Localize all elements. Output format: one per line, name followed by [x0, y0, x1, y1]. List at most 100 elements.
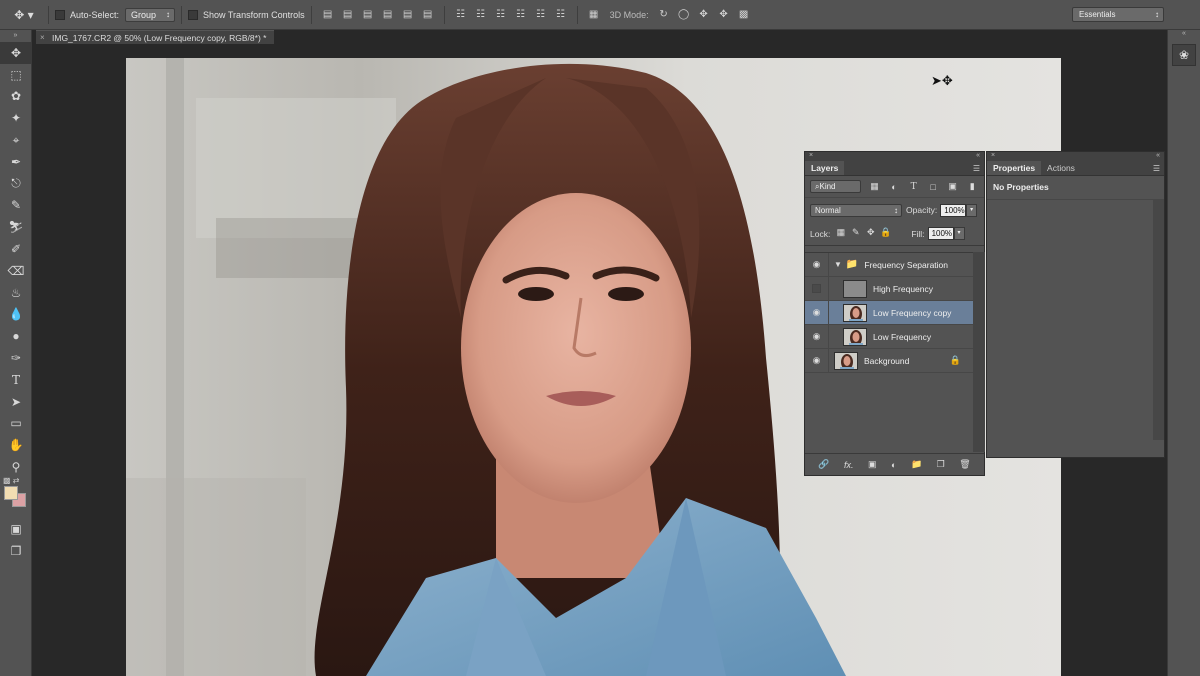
drag-3d-icon[interactable]: ✥ [695, 7, 713, 23]
dodge-tool-icon[interactable]: ● [0, 325, 32, 347]
distribute-top-icon[interactable]: ☷ [452, 7, 470, 23]
opacity-input[interactable]: 100% [940, 203, 967, 217]
magic-wand-tool-icon[interactable]: ✦ [0, 107, 32, 129]
close-tab-icon[interactable]: × [40, 31, 45, 45]
panel-menu-icon[interactable]: ☰ [973, 164, 980, 173]
lock-image-icon[interactable]: ✎ [848, 227, 863, 240]
visibility-eye-icon[interactable]: ◉ [805, 324, 829, 349]
lock-transparent-icon[interactable]: ▦ [833, 227, 848, 240]
layer-thumbnail [843, 279, 867, 298]
lock-all-icon[interactable]: 🔒 [878, 227, 893, 240]
tab-layers[interactable]: Layers [805, 161, 845, 175]
delete-layer-icon[interactable]: 🗑 [959, 459, 970, 470]
blur-tool-icon[interactable]: 💧 [0, 304, 32, 326]
eyedropper-tool-icon[interactable]: ✒ [0, 151, 32, 173]
adjustment-layer-icon[interactable]: ◐ [891, 460, 896, 470]
align-bottom-icon[interactable]: ▤ [359, 7, 377, 23]
auto-align-icon[interactable]: ▦ [585, 7, 603, 23]
align-top-icon[interactable]: ▤ [319, 7, 337, 23]
filter-kind-dropdown[interactable]: ⌕Kind [810, 180, 861, 193]
history-brush-tool-icon[interactable]: ✐ [0, 238, 32, 260]
lock-position-icon[interactable]: ✥ [863, 227, 878, 240]
panel-menu-icon[interactable]: ☰ [1153, 164, 1160, 173]
layers-scrollbar[interactable] [973, 252, 985, 452]
eraser-tool-icon[interactable]: ⌫ [0, 260, 32, 282]
layer-row-low-frequency[interactable]: ◉ Low Frequency [805, 324, 973, 349]
layer-row-background[interactable]: ◉ Background 🔒 [805, 348, 973, 373]
lasso-tool-icon[interactable]: ✿ [0, 86, 32, 108]
zoom-tool-icon[interactable]: ⚲ [0, 456, 32, 478]
visibility-eye-icon[interactable]: ◉ [805, 348, 829, 373]
auto-select-dropdown[interactable]: Group [125, 7, 176, 22]
slide-3d-icon[interactable]: ✥ [715, 7, 733, 23]
filter-type-icon[interactable]: T [906, 180, 922, 194]
close-panel-icon[interactable]: × [991, 152, 995, 159]
distribute-left-icon[interactable]: ☷ [512, 7, 530, 23]
tab-actions[interactable]: Actions [1041, 161, 1081, 175]
align-right-icon[interactable]: ▤ [419, 7, 437, 23]
layer-row-low-frequency-copy[interactable]: ◉ Low Frequency copy [805, 300, 973, 325]
layer-row-high-frequency[interactable]: High Frequency [805, 276, 973, 301]
orbit-3d-icon[interactable]: ↻ [655, 7, 673, 23]
new-layer-icon[interactable]: ❐ [937, 459, 945, 470]
layer-lock-icon[interactable]: 🔒 [950, 355, 961, 366]
visibility-eye-icon[interactable]: ◉ [805, 300, 829, 325]
marquee-tool-icon[interactable]: ⬚ [0, 64, 32, 86]
blend-mode-dropdown[interactable]: Normal [810, 203, 902, 217]
align-hcenter-icon[interactable]: ▤ [399, 7, 417, 23]
move-tool-icon[interactable]: ✥ [0, 42, 32, 64]
visibility-off-box[interactable] [805, 276, 829, 301]
path-selection-tool-icon[interactable]: ➤ [0, 391, 32, 413]
type-tool-icon[interactable]: T [0, 369, 32, 391]
filter-smart-object-icon[interactable]: ▣ [945, 180, 961, 194]
close-panel-icon[interactable]: × [809, 152, 813, 159]
distribute-right-icon[interactable]: ☷ [552, 7, 570, 23]
hand-tool-icon[interactable]: ✋ [0, 434, 32, 456]
auto-select-checkbox[interactable] [55, 9, 65, 20]
properties-scrollbar[interactable] [1153, 200, 1164, 440]
collapse-panel-icon[interactable]: « [1156, 152, 1160, 159]
new-group-icon[interactable]: 📁 [911, 459, 922, 470]
fill-dropdown-icon[interactable]: ▾ [953, 227, 965, 240]
dock-collapse-icon[interactable]: « [1168, 30, 1200, 40]
rectangle-tool-icon[interactable]: ▭ [0, 413, 32, 435]
move-tool-preset-icon[interactable]: ✥ ▾ [6, 4, 42, 26]
transform-controls-checkbox[interactable] [188, 9, 199, 20]
group-expand-icon[interactable]: ▼ [834, 260, 842, 269]
fill-input[interactable]: 100% [927, 227, 954, 240]
properties-tab-bar: Properties Actions ☰ [987, 161, 1164, 176]
filter-pixel-icon[interactable]: ▦ [867, 180, 883, 194]
document-tab[interactable]: × IMG_1767.CR2 @ 50% (Low Frequency copy… [36, 30, 275, 45]
quick-mask-icon[interactable]: ▣ [0, 518, 32, 540]
collapse-panel-icon[interactable]: « [976, 152, 980, 159]
visibility-eye-icon[interactable]: ◉ [805, 252, 829, 277]
default-colors-icon[interactable]: ▩ ⇄ [3, 476, 19, 485]
tools-collapse-icon[interactable]: » [0, 30, 31, 42]
brush-tool-icon[interactable]: ✎ [0, 195, 32, 217]
distribute-hcenter-icon[interactable]: ☷ [532, 7, 550, 23]
distribute-bottom-icon[interactable]: ☷ [492, 7, 510, 23]
screen-mode-icon[interactable]: ❐ [0, 540, 32, 562]
workspace-dropdown[interactable]: Essentials [1072, 7, 1164, 22]
layer-row-group[interactable]: ◉ ▼ 📁 Frequency Separation [805, 252, 973, 277]
clone-stamp-tool-icon[interactable]: ⛷ [0, 216, 32, 238]
pen-tool-icon[interactable]: ✑ [0, 347, 32, 369]
tab-properties[interactable]: Properties [987, 161, 1042, 175]
filter-shape-icon[interactable]: □ [925, 180, 941, 194]
filter-adjustment-icon[interactable]: ◐ [886, 180, 902, 194]
opacity-dropdown-icon[interactable]: ▾ [966, 203, 978, 217]
distribute-vcenter-icon[interactable]: ☷ [472, 7, 490, 23]
align-left-icon[interactable]: ▤ [379, 7, 397, 23]
link-layers-icon[interactable]: 🔗 [818, 459, 829, 470]
crop-tool-icon[interactable]: ⌖ [0, 129, 32, 151]
align-vcenter-icon[interactable]: ▤ [339, 7, 357, 23]
add-mask-icon[interactable]: ▣ [868, 459, 877, 470]
fx-icon[interactable]: fx. [844, 460, 854, 470]
paint-bucket-tool-icon[interactable]: ♨ [0, 282, 32, 304]
healing-brush-tool-icon[interactable]: ⎋ [0, 173, 32, 195]
color-wheel-icon[interactable]: ❀ [1172, 44, 1196, 66]
foreground-color-swatch[interactable] [4, 485, 18, 500]
scale-3d-icon[interactable]: ▩ [735, 7, 753, 23]
filter-toggle-icon[interactable]: ▮ [964, 180, 980, 194]
roll-3d-icon[interactable]: ◯ [675, 7, 693, 23]
